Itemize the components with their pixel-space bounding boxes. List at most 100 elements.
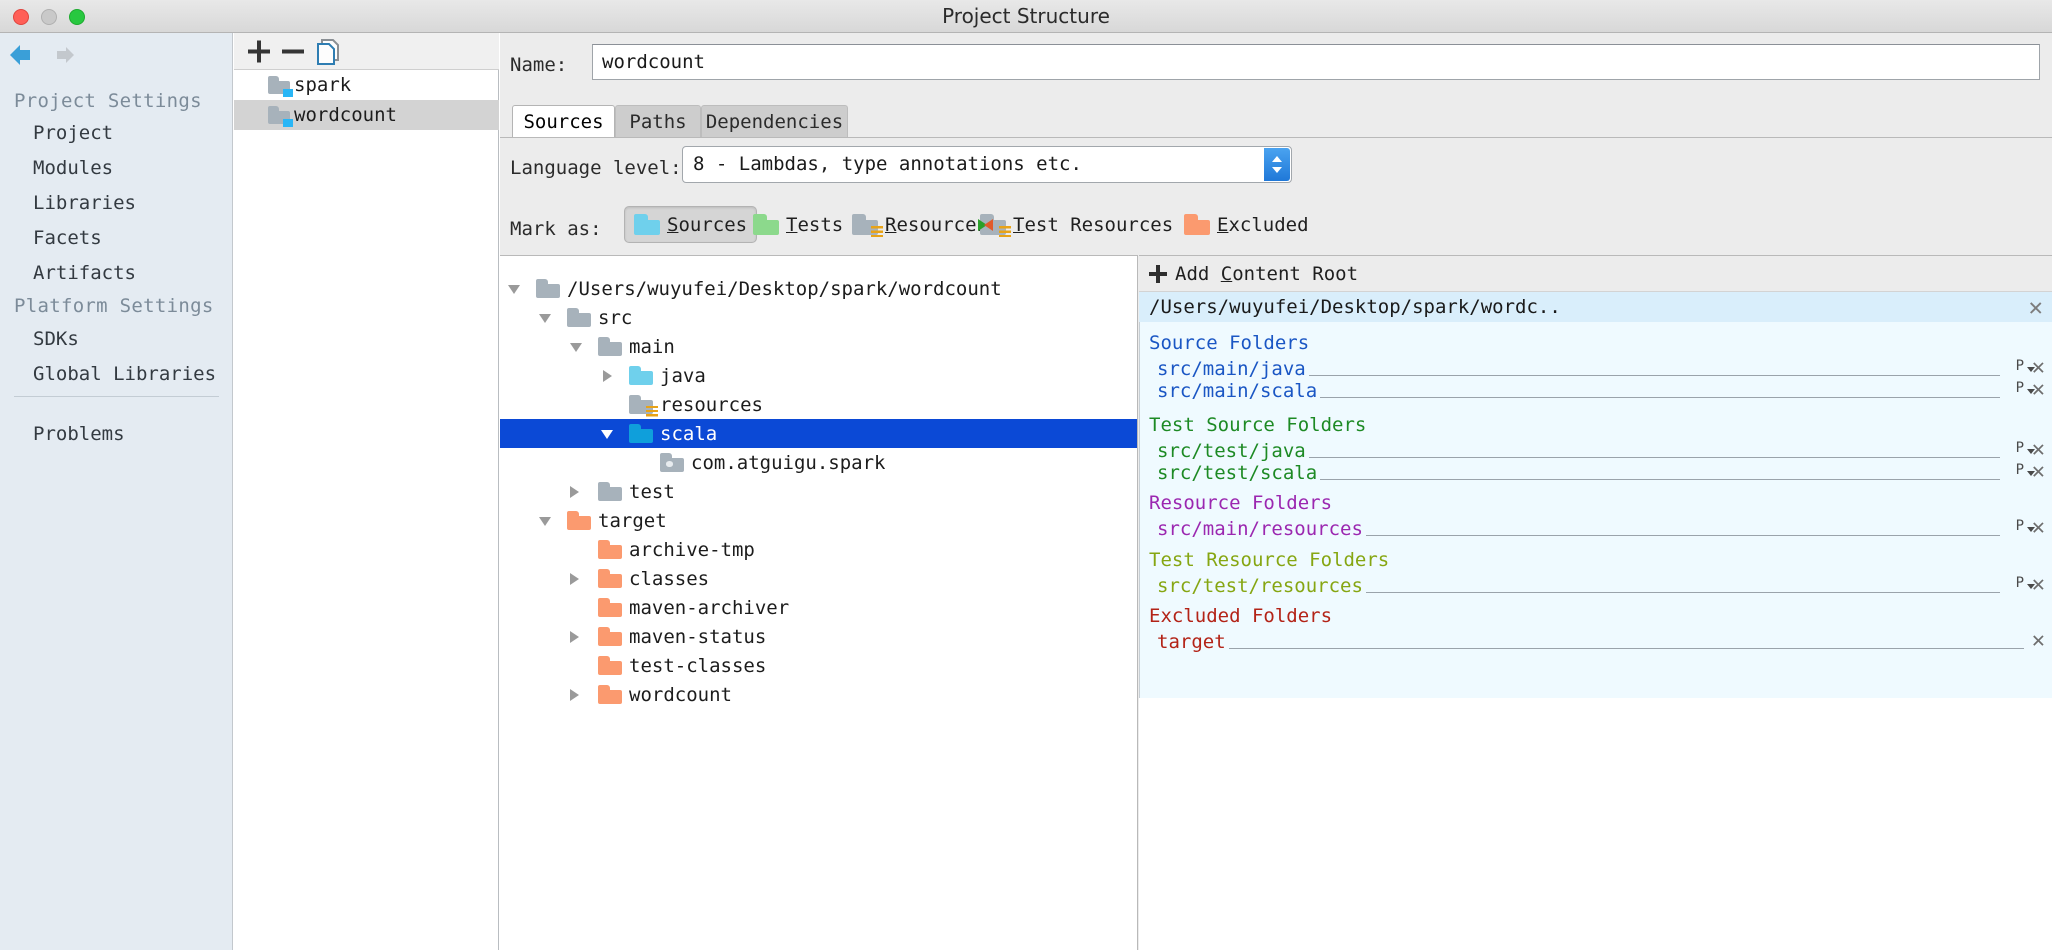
tab-sources[interactable]: Sources [512, 105, 615, 138]
close-x-icon[interactable]: ✕ [2032, 629, 2045, 653]
chevron-right-icon[interactable] [570, 631, 579, 643]
package-prefix-dropdown-icon[interactable]: P [2016, 358, 2024, 374]
mark-as-excluded-button[interactable]: Excluded [1174, 206, 1319, 243]
folder-path: src/main/scala [1157, 380, 1320, 402]
module-tabs: Sources Paths Dependencies [512, 105, 2052, 138]
close-x-icon[interactable]: ✕ [2029, 294, 2043, 320]
tree-row[interactable]: target [500, 506, 1138, 535]
close-x-icon[interactable]: ✕ [2032, 516, 2045, 540]
chevron-updown-icon[interactable] [1264, 148, 1290, 181]
folder-orange-icon [598, 627, 622, 646]
chevron-down-icon[interactable] [601, 430, 613, 439]
detail-toolbar: Add Content Root [1139, 256, 2052, 292]
folder-entry-src-test-scala[interactable]: src/test/scala P ✕ [1139, 462, 2052, 487]
modules-panel: spark wordcount [234, 33, 499, 950]
content-root-row[interactable]: /Users/wuyufei/Desktop/spark/wordc.. ✕ [1139, 292, 2052, 322]
tree-row[interactable]: maven-status [500, 622, 1138, 651]
arrow-right-icon[interactable] [44, 42, 78, 68]
mark-as-excluded-label: Excluded [1217, 214, 1309, 236]
chevron-down-icon[interactable] [570, 343, 582, 352]
sidebar-item-global-libraries[interactable]: Global Libraries [33, 363, 216, 385]
tabs-underline [500, 137, 2052, 138]
chevron-right-icon[interactable] [570, 689, 579, 701]
tree-row[interactable]: maven-archiver [500, 593, 1138, 622]
add-content-root-button[interactable]: Add Content Root [1149, 259, 1358, 289]
group-heading-resource-folders: Resource Folders [1149, 492, 1332, 514]
entry-rule [1157, 648, 2024, 649]
add-module-icon[interactable] [244, 37, 274, 66]
tree-row[interactable]: com.atguigu.spark [500, 448, 1138, 477]
chevron-right-icon[interactable] [603, 370, 612, 382]
content-root-tree[interactable]: /Users/wuyufei/Desktop/spark/wordcount s… [500, 255, 1138, 950]
chevron-down-icon[interactable] [508, 285, 520, 294]
content-root-detail-panel: Add Content Root /Users/wuyufei/Desktop/… [1139, 255, 2052, 950]
chevron-down-icon[interactable] [539, 517, 551, 526]
mark-as-sources-label: Sources [667, 214, 747, 236]
sidebar-item-modules[interactable]: Modules [33, 157, 113, 179]
tree-row[interactable]: /Users/wuyufei/Desktop/spark/wordcount [500, 274, 1138, 303]
tree-row[interactable]: resources [500, 390, 1138, 419]
tree-row[interactable]: classes [500, 564, 1138, 593]
folder-blue-icon [629, 366, 653, 385]
copy-module-icon[interactable] [314, 37, 344, 66]
folder-gray-icon [598, 337, 622, 356]
language-level-value: 8 - Lambdas, type annotations etc. [693, 147, 1082, 182]
tab-dependencies[interactable]: Dependencies [701, 105, 848, 138]
tree-row[interactable]: scala [500, 419, 1138, 448]
folder-gray-icon [598, 482, 622, 501]
sidebar-item-sdks[interactable]: SDKs [33, 328, 79, 350]
package-prefix-dropdown-icon[interactable]: P [2016, 518, 2024, 534]
package-prefix-dropdown-icon[interactable]: P [2016, 380, 2024, 396]
chevron-down-icon[interactable] [539, 314, 551, 323]
tree-row[interactable]: src [500, 303, 1138, 332]
folder-module-icon [268, 76, 290, 94]
folder-path: src/main/resources [1157, 518, 1366, 540]
arrow-left-icon[interactable] [8, 42, 42, 68]
sidebar-group-platform-settings: Platform Settings [14, 295, 214, 317]
tree-row[interactable]: main [500, 332, 1138, 361]
mark-as-test-resources-button[interactable]: Test Resources [970, 206, 1183, 243]
folder-blue-selected-icon [629, 424, 653, 443]
tree-label: com.atguigu.spark [691, 452, 885, 474]
mark-as-sources-button[interactable]: Sources [624, 206, 757, 243]
tree-label: scala [660, 423, 717, 445]
folder-orange-icon [1184, 214, 1210, 235]
module-list-item-wordcount[interactable]: wordcount [234, 100, 499, 130]
tree-row[interactable]: archive-tmp [500, 535, 1138, 564]
tree-row[interactable]: test [500, 477, 1138, 506]
tab-paths[interactable]: Paths [615, 105, 701, 138]
sidebar-item-libraries[interactable]: Libraries [33, 192, 136, 214]
sidebar-item-project[interactable]: Project [33, 122, 113, 144]
close-x-icon[interactable]: ✕ [2032, 460, 2045, 484]
language-level-label: Language level: [510, 157, 682, 179]
folder-orange-icon [598, 656, 622, 675]
tree-row[interactable]: java [500, 361, 1138, 390]
tree-row[interactable]: test-classes [500, 651, 1138, 680]
language-level-select[interactable]: 8 - Lambdas, type annotations etc. [682, 146, 1292, 183]
group-heading-test-resource-folders: Test Resource Folders [1149, 549, 1389, 571]
folder-entry-src-test-resources[interactable]: src/test/resources P ✕ [1139, 575, 2052, 600]
add-content-root-label: Add Content Root [1175, 263, 1358, 285]
tree-row[interactable]: wordcount [500, 680, 1138, 709]
folder-entry-src-main-resources[interactable]: src/main/resources P ✕ [1139, 518, 2052, 543]
sidebar-item-artifacts[interactable]: Artifacts [33, 262, 136, 284]
folder-entry-target[interactable]: target ✕ [1139, 631, 2052, 656]
mark-as-tests-button[interactable]: Tests [743, 206, 853, 243]
package-prefix-dropdown-icon[interactable]: P [2016, 462, 2024, 478]
window-title: Project Structure [0, 0, 2052, 33]
package-prefix-dropdown-icon[interactable]: P [2016, 575, 2024, 591]
sidebar-item-problems[interactable]: Problems [33, 423, 125, 445]
module-list-item-spark[interactable]: spark [234, 70, 499, 100]
close-x-icon[interactable]: ✕ [2032, 378, 2045, 402]
tree-label: target [598, 510, 667, 532]
folder-entry-src-main-scala[interactable]: src/main/scala P ✕ [1139, 380, 2052, 405]
chevron-right-icon[interactable] [570, 573, 579, 585]
sidebar-item-facets[interactable]: Facets [33, 227, 102, 249]
package-prefix-dropdown-icon[interactable]: P [2016, 440, 2024, 456]
chevron-right-icon[interactable] [570, 486, 579, 498]
close-x-icon[interactable]: ✕ [2032, 573, 2045, 597]
remove-module-icon[interactable] [278, 37, 308, 66]
folder-orange-icon [598, 540, 622, 559]
sidebar-group-project-settings: Project Settings [14, 90, 202, 112]
module-name-input[interactable] [592, 44, 2040, 80]
